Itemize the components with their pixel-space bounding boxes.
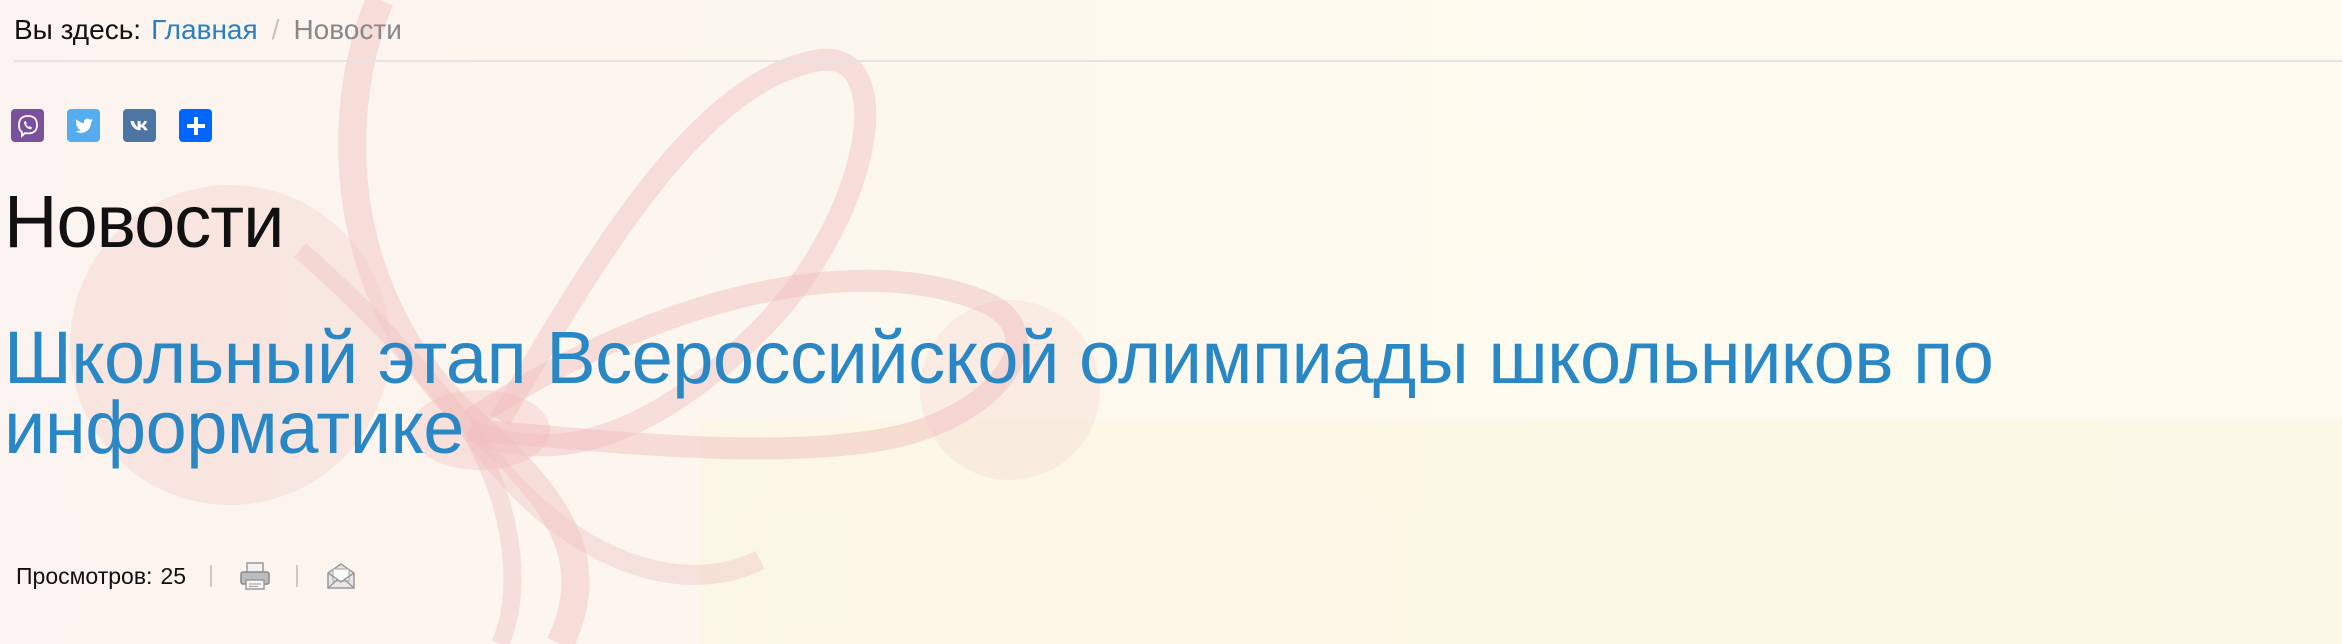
print-button[interactable]	[238, 559, 272, 593]
breadcrumb-separator: /	[271, 14, 280, 45]
vk-icon	[130, 120, 148, 130]
viber-share-button[interactable]	[11, 109, 44, 142]
print-icon	[240, 562, 270, 590]
article-title-link[interactable]: Школьный этап Всероссийской олимпиады шк…	[4, 316, 1994, 469]
meta-divider	[210, 565, 213, 587]
plus-share-icon	[186, 116, 205, 135]
page-title: Новости	[4, 180, 284, 263]
breadcrumb-home-link[interactable]: Главная	[151, 14, 258, 46]
article-title: Школьный этап Всероссийской олимпиады шк…	[4, 321, 2204, 465]
article-meta: Просмотров: 25	[16, 558, 358, 594]
email-icon	[327, 563, 355, 589]
plus-share-button[interactable]	[179, 109, 212, 142]
email-button[interactable]	[324, 559, 358, 593]
share-buttons	[11, 109, 212, 142]
meta-divider	[296, 565, 299, 587]
breadcrumb-lead: Вы здесь:	[14, 14, 142, 45]
twitter-icon	[74, 118, 93, 133]
views-count: 25	[160, 562, 187, 589]
viber-icon	[17, 114, 38, 138]
twitter-share-button[interactable]	[67, 109, 100, 142]
vk-share-button[interactable]	[123, 109, 156, 142]
breadcrumb: Вы здесь: Главная / Новости	[14, 0, 2342, 62]
breadcrumb-current: Новости	[293, 14, 402, 45]
views-label: Просмотров:	[16, 562, 153, 589]
